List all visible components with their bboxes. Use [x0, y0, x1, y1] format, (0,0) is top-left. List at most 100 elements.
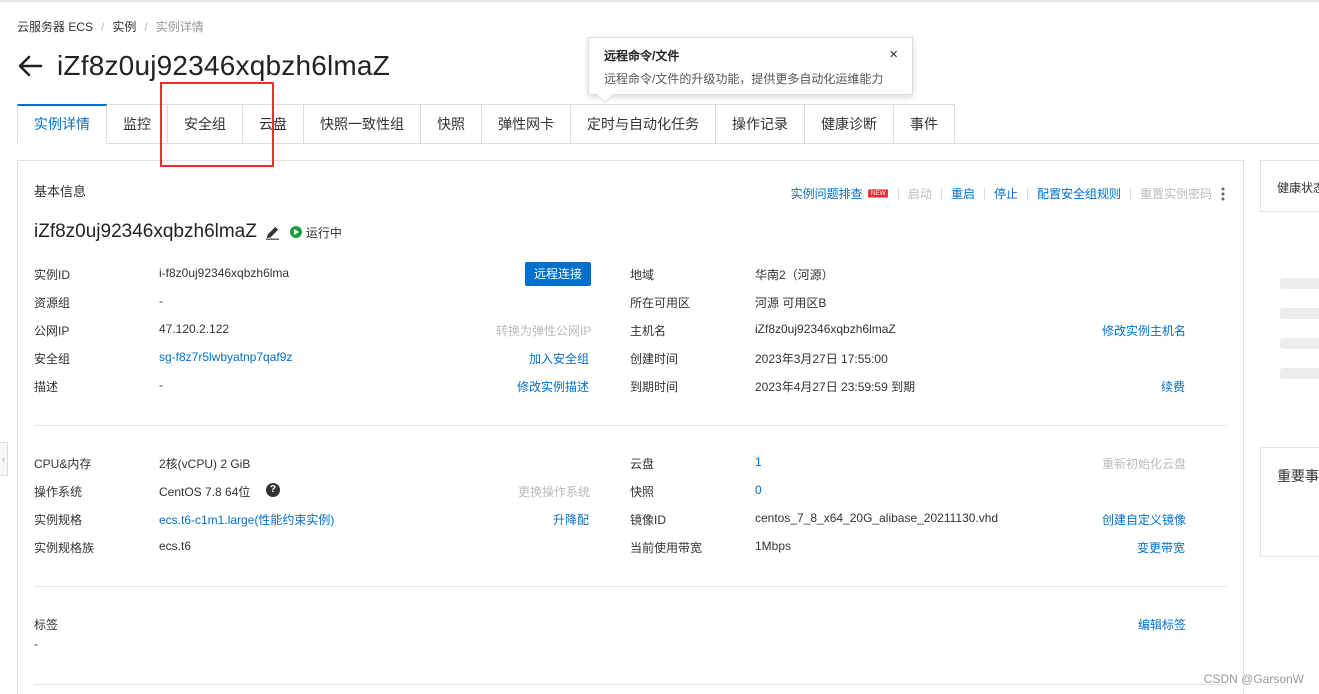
join-sg-link[interactable]: 加入安全组: [529, 350, 589, 367]
cpu-mem-label: CPU&内存: [34, 457, 92, 471]
section-divider: [34, 425, 1227, 426]
stop-button[interactable]: 停止: [994, 185, 1018, 202]
tab-eni[interactable]: 弹性网卡: [482, 104, 571, 144]
new-badge: NEW: [867, 189, 888, 198]
loading-skeleton: [1280, 338, 1319, 349]
disk-count-link[interactable]: 1: [755, 455, 762, 469]
tags-value: -: [34, 637, 38, 651]
start-button[interactable]: 启动: [908, 185, 932, 202]
play-icon: [289, 226, 302, 238]
title-row: iZf8z0uj92346xqbzh6lmaZ: [17, 50, 390, 82]
disk-label: 云盘: [630, 457, 655, 471]
reinit-disk-link[interactable]: 重新初始化云盘: [1102, 455, 1186, 472]
tooltip-description: 远程命令/文件的升级功能，提供更多自动化运维能力: [604, 72, 884, 86]
edit-description-link[interactable]: 修改实例描述: [517, 378, 589, 395]
tab-bar: 实例详情 监控 安全组 云盘 快照一致性组 快照 弹性网卡 定时与自动化任务 操…: [17, 104, 955, 144]
more-vertical-icon[interactable]: [1221, 187, 1225, 201]
watermark: CSDN @GarsonW: [1203, 672, 1304, 686]
section-divider: [34, 586, 1227, 587]
tags-label: 标签: [34, 618, 59, 632]
tab-health-diagnosis[interactable]: 健康诊断: [805, 104, 894, 144]
security-group-label: 安全组: [34, 352, 71, 366]
arrow-left-icon[interactable]: [17, 53, 43, 79]
description-value: -: [159, 378, 163, 392]
change-os-link[interactable]: 更换操作系统: [518, 483, 590, 500]
os-label: 操作系统: [34, 485, 83, 499]
restart-button[interactable]: 重启: [951, 185, 975, 202]
close-icon[interactable]: ×: [889, 46, 898, 63]
region-value: 华南2（河源）: [755, 268, 834, 282]
spec-label: 实例规格: [34, 513, 83, 527]
expire-value: 2023年4月27日 23:59:59 到期: [755, 380, 916, 394]
description-label: 描述: [34, 380, 59, 394]
cpu-mem-value: 2核(vCPU) 2 GiB: [159, 457, 251, 471]
tab-monitoring[interactable]: 监控: [107, 104, 168, 144]
os-value: CentOS 7.8 64位: [159, 485, 251, 499]
basic-info-panel: 基本信息 实例问题排查 NEW 启动 重启 停止 配置安全组规则 重置实例密码 …: [17, 160, 1244, 694]
expire-label: 到期时间: [630, 380, 679, 394]
snapshot-label: 快照: [630, 485, 655, 499]
public-ip-label: 公网IP: [34, 324, 70, 338]
tab-instance-details[interactable]: 实例详情: [17, 104, 107, 144]
instance-id-label: 实例ID: [34, 268, 71, 282]
tab-operation-logs[interactable]: 操作记录: [716, 104, 805, 144]
highlight-box: [160, 82, 274, 167]
zone-label: 所在可用区: [630, 296, 691, 310]
remote-connect-button[interactable]: 远程连接: [525, 262, 592, 286]
important-events-card: 重要事件: [1260, 447, 1319, 557]
tab-snapshot-consistency-groups[interactable]: 快照一致性组: [304, 104, 421, 144]
edit-hostname-link[interactable]: 修改实例主机名: [1102, 322, 1186, 339]
health-status-title: 健康状态: [1277, 181, 1319, 195]
edit-tags-link[interactable]: 编辑标签: [1138, 616, 1186, 633]
image-label: 镜像ID: [630, 513, 667, 527]
top-divider: [0, 0, 1319, 2]
resize-link[interactable]: 升降配: [553, 511, 589, 528]
family-label: 实例规格族: [34, 541, 95, 555]
breadcrumb-ecs[interactable]: 云服务器 ECS: [17, 20, 93, 34]
breadcrumb-instances[interactable]: 实例: [112, 20, 136, 34]
loading-skeleton: [1280, 278, 1319, 289]
panel-title: 基本信息: [34, 184, 87, 199]
renew-link[interactable]: 续费: [1161, 378, 1185, 395]
change-bandwidth-link[interactable]: 变更带宽: [1137, 539, 1185, 556]
remote-command-tooltip: 远程命令/文件 远程命令/文件的升级功能，提供更多自动化运维能力 ×: [588, 37, 913, 104]
region-label: 地域: [630, 268, 655, 282]
zone-value: 河源 可用区B: [755, 296, 827, 310]
tab-scheduled-tasks[interactable]: 定时与自动化任务: [571, 104, 716, 144]
action-bar: 实例问题排查 NEW 启动 重启 停止 配置安全组规则 重置实例密码: [791, 185, 1225, 202]
page-title: iZf8z0uj92346xqbzh6lmaZ: [57, 50, 391, 81]
important-events-title: 重要事件: [1277, 468, 1319, 484]
loading-skeleton: [1280, 368, 1319, 379]
status-badge: 运行中: [289, 224, 342, 241]
section-divider: [34, 684, 1227, 685]
resource-group-label: 资源组: [34, 296, 71, 310]
reset-password-button[interactable]: 重置实例密码: [1140, 185, 1212, 202]
health-status-card: 健康状态: [1260, 160, 1319, 212]
loading-skeleton: [1280, 308, 1319, 319]
breadcrumb: 云服务器 ECS / 实例 / 实例详情: [17, 20, 204, 34]
image-value: centos_7_8_x64_20G_alibase_20211130.vhd: [755, 511, 999, 525]
tooltip-title: 远程命令/文件: [604, 49, 680, 63]
bandwidth-value: 1Mbps: [755, 539, 792, 553]
snapshot-count-link[interactable]: 0: [755, 483, 762, 497]
instance-name-row: iZf8z0uj92346xqbzh6lmaZ 运行中: [34, 221, 342, 243]
security-group-link[interactable]: sg-f8z7r5lwbyatnp7qaf9z: [159, 350, 292, 364]
created-label: 创建时间: [630, 352, 679, 366]
instance-id-value: i-f8z0uj92346xqbzh6lma: [159, 266, 290, 280]
collapse-handle[interactable]: ‹: [0, 442, 8, 476]
convert-eip-link[interactable]: 转换为弹性公网IP: [496, 322, 591, 339]
spec-link[interactable]: ecs.t6-c1m1.large(性能约束实例): [159, 511, 334, 528]
family-value: ecs.t6: [159, 539, 192, 553]
pencil-icon[interactable]: [265, 225, 280, 240]
resource-group-value: -: [159, 294, 163, 308]
config-sg-rules-link[interactable]: 配置安全组规则: [1037, 185, 1121, 202]
question-icon[interactable]: ?: [266, 483, 280, 497]
hostname-value: iZf8z0uj92346xqbzh6lmaZ: [755, 322, 896, 336]
instance-name: iZf8z0uj92346xqbzh6lmaZ: [34, 221, 257, 242]
public-ip-value: 47.120.2.122: [159, 322, 230, 336]
hostname-label: 主机名: [630, 324, 667, 338]
create-image-link[interactable]: 创建自定义镜像: [1102, 511, 1186, 528]
troubleshoot-link[interactable]: 实例问题排查: [791, 185, 863, 202]
tab-snapshots[interactable]: 快照: [421, 104, 482, 144]
tab-events[interactable]: 事件: [894, 104, 955, 144]
